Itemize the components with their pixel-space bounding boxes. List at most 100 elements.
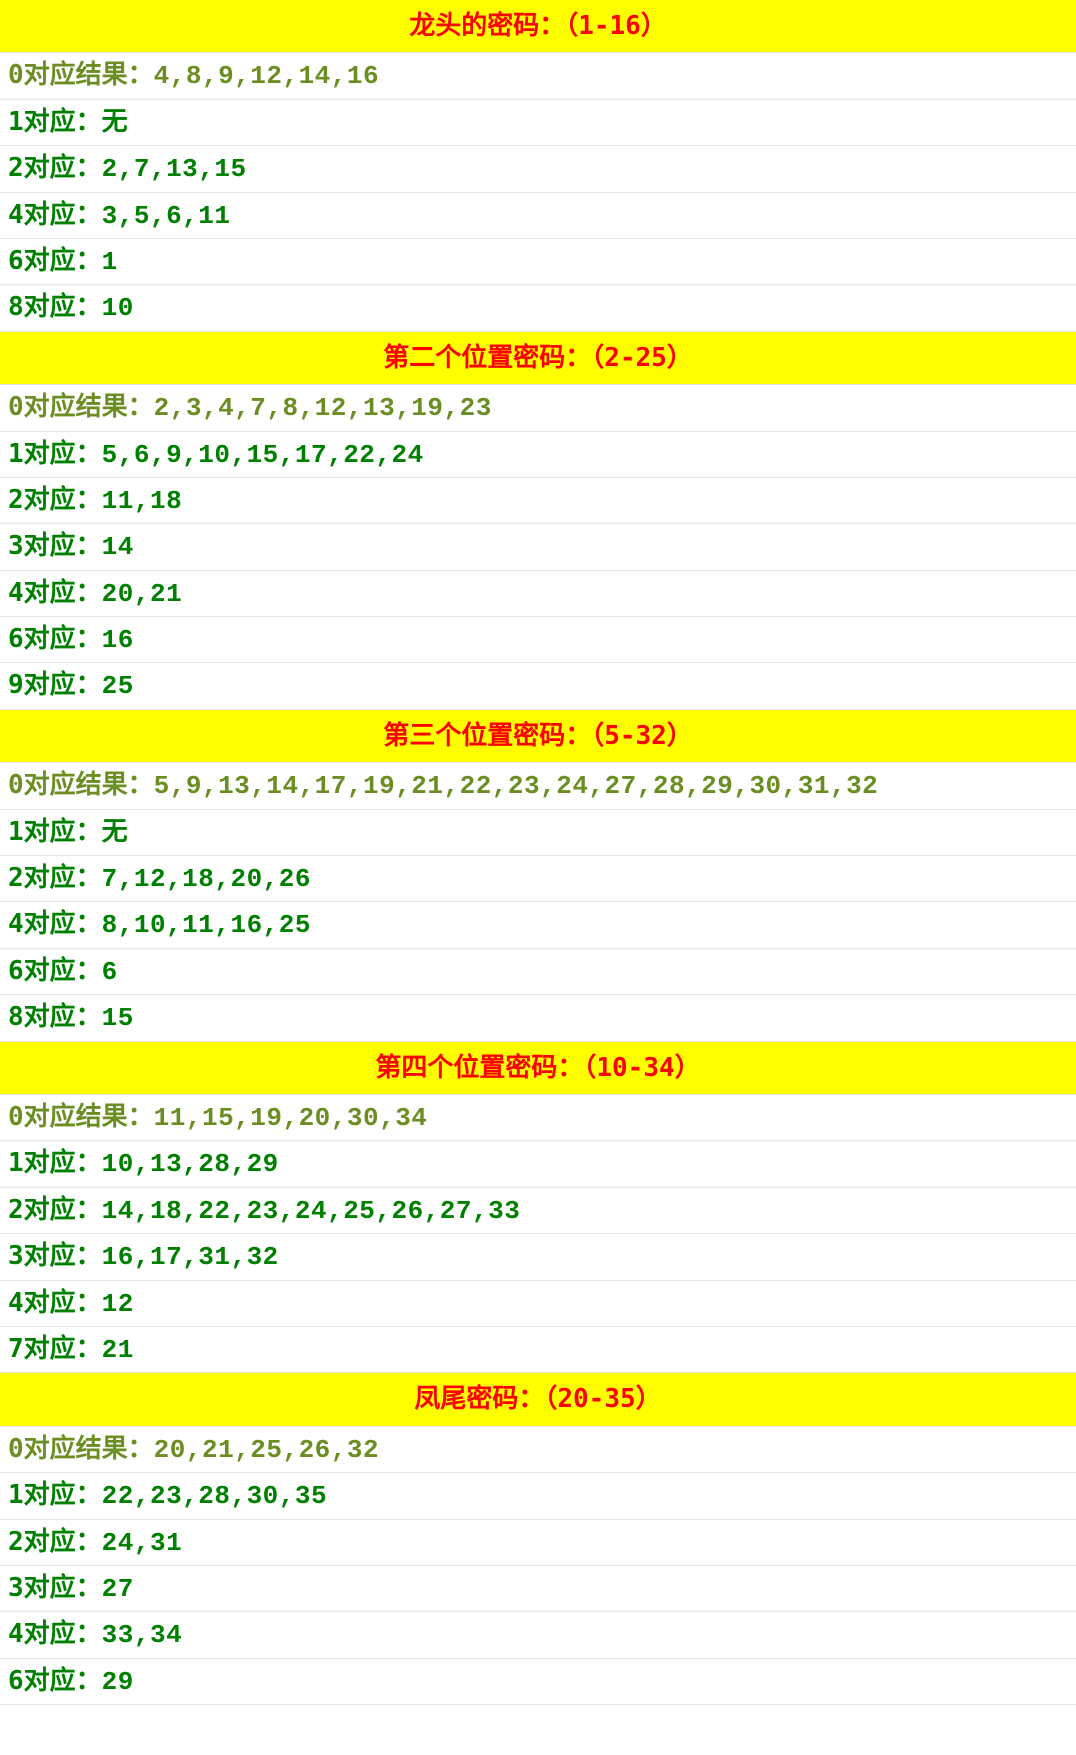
- mapping-value: 10: [102, 293, 134, 323]
- section: 第二个位置密码：（2-25）0对应结果：2,3,4,7,8,12,13,19,2…: [0, 332, 1076, 710]
- mapping-value: 25: [102, 671, 134, 701]
- mapping-label: 3对应：: [8, 1241, 102, 1271]
- section: 凤尾密码：（20-35）0对应结果：20,21,25,26,321对应：22,2…: [0, 1373, 1076, 1705]
- mapping-value: 无: [102, 818, 129, 848]
- mapping-value: 1: [102, 247, 118, 277]
- mapping-row: 0对应结果：11,15,19,20,30,34: [0, 1095, 1076, 1141]
- mapping-label: 1对应：: [8, 1148, 102, 1178]
- mapping-label: 9对应：: [8, 670, 102, 700]
- mapping-value: 14: [102, 532, 134, 562]
- mapping-label: 3对应：: [8, 531, 102, 561]
- mapping-row: 2对应：11,18: [0, 478, 1076, 524]
- mapping-value: 11,15,19,20,30,34: [154, 1103, 428, 1133]
- mapping-value: 8,10,11,16,25: [102, 910, 311, 940]
- section-header: 第四个位置密码：（10-34）: [0, 1042, 1076, 1095]
- mapping-label: 8对应：: [8, 1002, 102, 1032]
- section: 第四个位置密码：（10-34）0对应结果：11,15,19,20,30,341对…: [0, 1042, 1076, 1374]
- mapping-value: 4,8,9,12,14,16: [154, 61, 379, 91]
- mapping-row: 4对应：3,5,6,11: [0, 193, 1076, 239]
- section: 龙头的密码：（1-16）0对应结果：4,8,9,12,14,161对应：无2对应…: [0, 0, 1076, 332]
- mapping-label: 6对应：: [8, 624, 102, 654]
- mapping-label: 6对应：: [8, 1666, 102, 1696]
- mapping-row: 6对应：6: [0, 949, 1076, 995]
- mapping-label: 4对应：: [8, 909, 102, 939]
- mapping-value: 11,18: [102, 486, 183, 516]
- mapping-row: 1对应：22,23,28,30,35: [0, 1473, 1076, 1519]
- mapping-value: 6: [102, 957, 118, 987]
- mapping-value: 27: [102, 1574, 134, 1604]
- mapping-row: 0对应结果：20,21,25,26,32: [0, 1427, 1076, 1473]
- mapping-label: 4对应：: [8, 1619, 102, 1649]
- mapping-label: 1对应：: [8, 107, 102, 137]
- mapping-row: 4对应：12: [0, 1281, 1076, 1327]
- mapping-row: 0对应结果：2,3,4,7,8,12,13,19,23: [0, 385, 1076, 431]
- mapping-label: 2对应：: [8, 863, 102, 893]
- mapping-label: 1对应：: [8, 817, 102, 847]
- mapping-row: 9对应：25: [0, 663, 1076, 709]
- mapping-label: 8对应：: [8, 292, 102, 322]
- mapping-value: 5,9,13,14,17,19,21,22,23,24,27,28,29,30,…: [154, 771, 879, 801]
- mapping-value: 12: [102, 1289, 134, 1319]
- mapping-row: 0对应结果：4,8,9,12,14,16: [0, 53, 1076, 99]
- mapping-row: 2对应：24,31: [0, 1520, 1076, 1566]
- mapping-label: 2对应：: [8, 1195, 102, 1225]
- mapping-label: 2对应：: [8, 485, 102, 515]
- mapping-value: 5,6,9,10,15,17,22,24: [102, 440, 424, 470]
- mapping-value: 22,23,28,30,35: [102, 1481, 327, 1511]
- mapping-row: 8对应：10: [0, 285, 1076, 331]
- mapping-label: 0对应结果：: [8, 1102, 154, 1132]
- mapping-label: 4对应：: [8, 578, 102, 608]
- mapping-row: 4对应：8,10,11,16,25: [0, 902, 1076, 948]
- mapping-label: 4对应：: [8, 1288, 102, 1318]
- mapping-value: 2,7,13,15: [102, 154, 247, 184]
- mapping-row: 2对应：7,12,18,20,26: [0, 856, 1076, 902]
- mapping-row: 2对应：14,18,22,23,24,25,26,27,33: [0, 1188, 1076, 1234]
- mapping-row: 2对应：2,7,13,15: [0, 146, 1076, 192]
- mapping-value: 16,17,31,32: [102, 1242, 279, 1272]
- mapping-label: 6对应：: [8, 246, 102, 276]
- mapping-value: 33,34: [102, 1620, 183, 1650]
- mapping-label: 7对应：: [8, 1334, 102, 1364]
- mapping-row: 4对应：20,21: [0, 571, 1076, 617]
- mapping-label: 6对应：: [8, 956, 102, 986]
- mapping-label: 0对应结果：: [8, 392, 154, 422]
- mapping-value: 29: [102, 1667, 134, 1697]
- mapping-row: 6对应：1: [0, 239, 1076, 285]
- mapping-value: 3,5,6,11: [102, 201, 231, 231]
- mapping-value: 21: [102, 1335, 134, 1365]
- mapping-value: 15: [102, 1003, 134, 1033]
- mapping-row: 3对应：27: [0, 1566, 1076, 1612]
- mapping-label: 2对应：: [8, 1527, 102, 1557]
- section-header: 第二个位置密码：（2-25）: [0, 332, 1076, 385]
- password-code-table: 龙头的密码：（1-16）0对应结果：4,8,9,12,14,161对应：无2对应…: [0, 0, 1076, 1705]
- mapping-row: 3对应：14: [0, 524, 1076, 570]
- mapping-value: 20,21: [102, 579, 183, 609]
- section-header: 第三个位置密码：（5-32）: [0, 710, 1076, 763]
- mapping-row: 6对应：29: [0, 1659, 1076, 1705]
- mapping-row: 1对应：无: [0, 100, 1076, 146]
- mapping-row: 8对应：15: [0, 995, 1076, 1041]
- mapping-row: 4对应：33,34: [0, 1612, 1076, 1658]
- mapping-value: 10,13,28,29: [102, 1149, 279, 1179]
- section: 第三个位置密码：（5-32） 0对应结果：5,9,13,14,17,19,21,2…: [0, 710, 1076, 1042]
- mapping-value: 16: [102, 625, 134, 655]
- mapping-row: 1对应：无: [0, 810, 1076, 856]
- mapping-label: 4对应：: [8, 200, 102, 230]
- mapping-label: 1对应：: [8, 1480, 102, 1510]
- mapping-label: 1对应：: [8, 439, 102, 469]
- mapping-row: 1对应：10,13,28,29: [0, 1141, 1076, 1187]
- mapping-label: 3对应：: [8, 1573, 102, 1603]
- mapping-label: 0对应结果：: [8, 1434, 154, 1464]
- mapping-label: 0对应结果：: [8, 60, 154, 90]
- mapping-value: 24,31: [102, 1528, 183, 1558]
- mapping-value: 2,3,4,7,8,12,13,19,23: [154, 393, 492, 423]
- section-header: 凤尾密码：（20-35）: [0, 1373, 1076, 1426]
- mapping-row: 3对应：16,17,31,32: [0, 1234, 1076, 1280]
- mapping-value: 14,18,22,23,24,25,26,27,33: [102, 1196, 521, 1226]
- mapping-row: 7对应：21: [0, 1327, 1076, 1373]
- mapping-row: 6对应：16: [0, 617, 1076, 663]
- mapping-row: 1对应：5,6,9,10,15,17,22,24: [0, 432, 1076, 478]
- section-header: 龙头的密码：（1-16）: [0, 0, 1076, 53]
- mapping-label: 0对应结果：: [8, 770, 154, 800]
- mapping-label: 2对应：: [8, 153, 102, 183]
